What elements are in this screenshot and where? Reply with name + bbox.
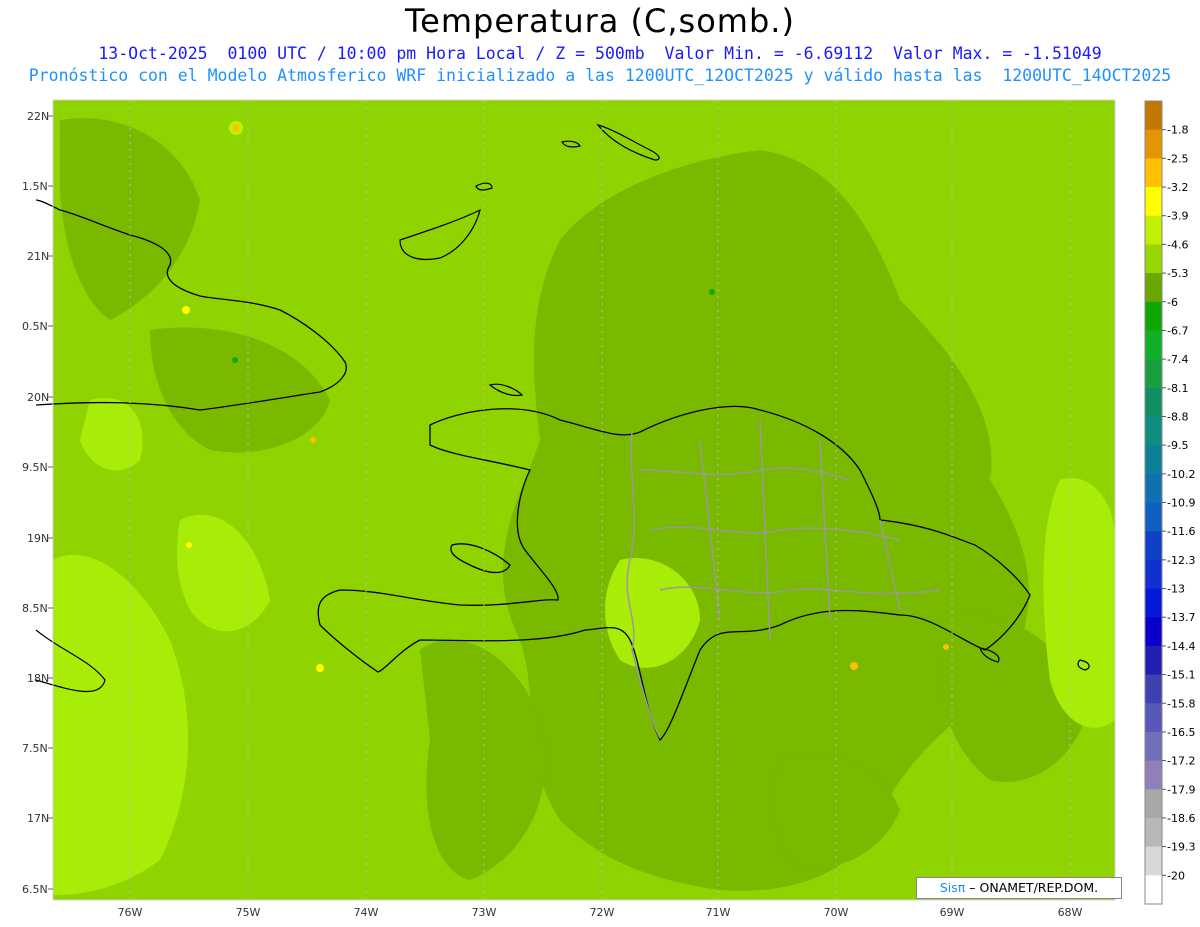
colorbar: -1.8 -2.5 -3.2 -3.9 -4.6 -5.3 -6 -6.7 -7.4 -8.1 -8…: [1144, 100, 1195, 905]
colorbar-swatch: [1145, 760, 1162, 790]
credit-text: – ONAMET/REP.DOM.: [969, 880, 1099, 895]
colorbar-swatch: [1145, 330, 1162, 360]
colorbar-swatch: [1145, 645, 1162, 676]
colorbar-label: -7.4: [1167, 353, 1188, 366]
lat-label: 20N: [27, 391, 49, 404]
lat-label: 6.5N: [22, 883, 48, 896]
map-panel: [35, 99, 1116, 901]
colorbar-swatch: [1145, 789, 1162, 819]
lon-label: 70W: [824, 906, 849, 919]
lat-label: 19N: [27, 532, 49, 545]
colorbar-swatch: [1145, 273, 1162, 303]
lon-label: 76W: [118, 906, 143, 919]
lat-label: 21N: [27, 250, 49, 263]
colorbar-swatch: [1145, 731, 1162, 762]
colorbar-label: -17.2: [1167, 755, 1195, 768]
colorbar-label: -13.7: [1167, 611, 1195, 624]
longitude-axis: 76W 75W 74W 73W 72W 71W 70W 69W 68W: [118, 906, 1083, 919]
colorbar-label: -12.3: [1167, 554, 1195, 567]
colorbar-swatch: [1145, 187, 1162, 217]
lon-label: 73W: [472, 906, 497, 919]
colorbar-swatch: [1145, 703, 1162, 733]
colorbar-label: -17.9: [1167, 783, 1195, 796]
colorbar-label: -19.3: [1167, 841, 1195, 854]
colorbar-swatch: [1145, 817, 1162, 848]
lat-label: 9.5N: [22, 461, 48, 474]
colorbar-swatch: [1145, 359, 1162, 389]
lon-label: 74W: [354, 906, 379, 919]
colorbar-swatch: [1145, 158, 1162, 188]
colorbar-swatch: [1145, 559, 1162, 590]
colorbar-label: -8.8: [1167, 410, 1188, 423]
colorbar-swatch: [1145, 445, 1162, 475]
colorbar-label: -1.8: [1167, 124, 1188, 137]
colorbar-label: -3.2: [1167, 181, 1188, 194]
latitude-axis: 22N 1.5N 21N 0.5N 20N 9.5N 19N 8.5N 18N …: [22, 110, 49, 896]
colorbar-label: -14.4: [1167, 640, 1195, 653]
colorbar-swatch: [1145, 473, 1162, 503]
colorbar-label: -20: [1167, 869, 1185, 882]
map-figure: 22N 1.5N 21N 0.5N 20N 9.5N 19N 8.5N 18N …: [22, 99, 1195, 919]
lat-label: 8.5N: [22, 602, 48, 615]
colorbar-label: -4.6: [1167, 238, 1188, 251]
colorbar-label: -5.3: [1167, 267, 1188, 280]
lat-label: 22N: [27, 110, 49, 123]
colorbar-swatch: [1145, 244, 1162, 274]
colorbar-label: -13: [1167, 583, 1185, 596]
lon-label: 68W: [1058, 906, 1083, 919]
colorbar-swatch: [1145, 875, 1162, 905]
colorbar-swatch: [1145, 674, 1162, 704]
latitude-ticks: [48, 115, 53, 890]
credit-brand: Sisπ: [939, 880, 966, 895]
colorbar-swatch: [1145, 301, 1162, 331]
lon-label: 75W: [236, 906, 261, 919]
colorbar-swatch: [1145, 531, 1162, 561]
colorbar-swatch: [1145, 387, 1162, 417]
colorbar-label: -16.5: [1167, 726, 1195, 739]
colorbar-swatch: [1145, 846, 1162, 876]
lat-label: 7.5N: [22, 742, 48, 755]
lon-label: 72W: [590, 906, 615, 919]
lon-label: 71W: [706, 906, 731, 919]
lon-label: 69W: [940, 906, 965, 919]
colorbar-label: -6.7: [1167, 324, 1188, 337]
colorbar-label: -6: [1167, 296, 1178, 309]
colorbar-label: -18.6: [1167, 812, 1195, 825]
colorbar-swatch: [1145, 617, 1162, 647]
colorbar-label: -15.8: [1167, 697, 1195, 710]
colorbar-swatch: [1145, 129, 1162, 159]
colorbar-swatch: [1145, 101, 1162, 131]
colorbar-swatch: [1145, 588, 1162, 618]
colorbar-label: -15.1: [1167, 669, 1195, 682]
colorbar-swatch: [1145, 215, 1162, 245]
lat-label: 17N: [27, 812, 49, 825]
credit-box: Sisπ – ONAMET/REP.DOM.: [916, 877, 1122, 899]
colorbar-label: -8.1: [1167, 382, 1188, 395]
lat-label: 18N: [27, 672, 49, 685]
colorbar-swatch: [1145, 416, 1162, 446]
colorbar-swatch: [1145, 502, 1162, 532]
colorbar-label: -11.6: [1167, 525, 1195, 538]
lat-label: 0.5N: [22, 320, 48, 333]
colorbar-label: -10.2: [1167, 468, 1195, 481]
colorbar-label: -3.9: [1167, 210, 1188, 223]
colorbar-label: -10.9: [1167, 497, 1195, 510]
lat-label: 1.5N: [22, 180, 48, 193]
colorbar-label: -9.5: [1167, 439, 1188, 452]
colorbar-label: -2.5: [1167, 152, 1188, 165]
